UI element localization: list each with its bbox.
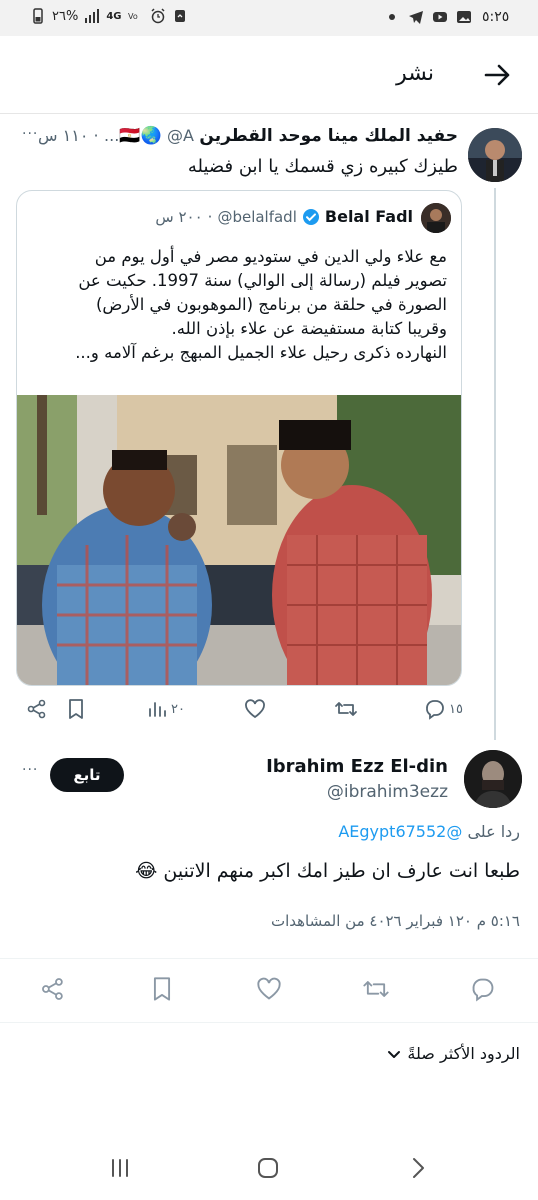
follow-button[interactable]: تابع <box>50 758 124 792</box>
quoted-author-row: ٢٠٠ س · @belalfadl Belal Fadl <box>97 207 413 226</box>
bookmark-icon <box>153 977 171 1001</box>
tweet-timestamp: ٥:١٦ م ١٢٠ فبراير ٤٠٢٦ من المشاهدات <box>270 912 520 930</box>
battery-percent: ٢٦% <box>52 8 79 24</box>
quoted-line: تصوير فيلم (رسالة إلى الوالي) سنة 1997. … <box>78 271 447 290</box>
bookmark-button[interactable] <box>150 976 174 1002</box>
quoted-line: مع علاء ولي الدين في ستوديو مصر في أول ي… <box>94 247 447 266</box>
tweet-text: طبعا انت عارف ان طيز امك اكبر منهم الاتن… <box>135 860 520 882</box>
battery-icon <box>33 8 43 24</box>
bookmark-button[interactable] <box>66 698 86 720</box>
arrow-right-icon[interactable] <box>480 58 514 92</box>
quoted-line: الصورة في حلقة من برنامج (الموهوبون في ا… <box>95 295 447 314</box>
dot-separator: · <box>88 126 99 145</box>
top-app-bar: نشر <box>0 36 538 114</box>
lte-icon: Vo <box>128 12 138 21</box>
avatar-image <box>468 128 522 182</box>
back-chevron-icon[interactable] <box>404 1154 432 1182</box>
tweet-time: ١١٠ س <box>38 126 89 145</box>
share-button[interactable] <box>40 976 66 1002</box>
quoted-time: ٢٠٠ س <box>155 207 203 226</box>
avatar[interactable] <box>468 128 522 182</box>
quoted-text: مع علاء ولي الدين في ستوديو مصر في أول ي… <box>27 245 447 365</box>
signal-icon <box>85 9 100 23</box>
retweet-icon <box>335 702 357 716</box>
thread-line <box>494 188 496 740</box>
quoted-handle: @belalfadl <box>217 207 297 226</box>
reply-icon <box>426 700 444 720</box>
share-icon <box>27 699 46 719</box>
share-button[interactable] <box>26 698 48 720</box>
tweet-author-row: حفيد الملك مينا موحد القطرين 🇪🇬🌏 @A... ·… <box>38 126 458 150</box>
author-name[interactable]: حفيد الملك مينا موحد القطرين <box>199 126 458 146</box>
sort-replies-dropdown[interactable]: الردود الأكثر صلةً <box>387 1044 520 1063</box>
reply-icon <box>472 978 494 1002</box>
chevron-down-icon <box>388 1050 401 1058</box>
quoted-avatar <box>421 203 451 233</box>
telegram-icon <box>409 11 423 24</box>
clock: ٥:٢٥ <box>482 9 510 25</box>
youtube-icon <box>433 12 447 22</box>
network-type: 4G <box>106 10 122 22</box>
views-count: ٢٠ <box>171 701 185 717</box>
page-title: نشر <box>396 61 434 86</box>
status-bar: ٢٦% 4G Vo ٥:٢٥ <box>0 0 538 36</box>
reply-button[interactable]: ١٥ <box>424 698 463 720</box>
tweet-text: طيزك كبيره زي قسمك يا ابن فضيله <box>187 156 458 177</box>
author-name[interactable]: Ibrahim Ezz El-din <box>266 756 448 777</box>
image-icon <box>457 11 471 23</box>
like-button[interactable] <box>244 698 266 720</box>
reply-to-mention[interactable]: @AEgypt67552 <box>338 822 462 841</box>
avatar[interactable] <box>464 750 522 808</box>
divider <box>0 958 538 959</box>
more-options-icon[interactable]: ··· <box>22 762 38 778</box>
views-button[interactable]: ٢٠ <box>146 698 185 720</box>
quoted-name: Belal Fadl <box>324 207 413 226</box>
like-icon <box>245 699 265 719</box>
dot-icon <box>389 14 395 20</box>
reply-to-prefix: ردا على <box>467 822 520 841</box>
status-right-cluster: ٢٦% 4G Vo <box>30 8 188 24</box>
quoted-line: وقريبا كتابة مستفيضة عن علاء بإذن الله. <box>171 319 447 338</box>
quoted-line: النهارده ذكرى رحيل علاء الجميل المبهج بر… <box>75 343 447 362</box>
reply-button[interactable] <box>470 976 496 1002</box>
system-nav-bar <box>0 1136 538 1200</box>
like-button[interactable] <box>256 976 282 1002</box>
svg-text:Vo: Vo <box>128 12 138 21</box>
tweet-action-bar <box>0 976 538 1006</box>
more-options-icon[interactable]: ··· <box>22 126 38 142</box>
reply-count: ١٥ <box>449 701 463 717</box>
tweet-action-bar: ١٥ ٢٠ <box>0 698 538 726</box>
divider <box>0 1022 538 1023</box>
retweet-icon <box>363 981 389 997</box>
dot-separator: · <box>207 207 213 226</box>
retweet-button[interactable] <box>334 698 358 720</box>
retweet-button[interactable] <box>362 976 390 1002</box>
views-icon <box>149 702 166 717</box>
avatar-image <box>464 750 522 808</box>
sort-label: الردود الأكثر صلةً <box>407 1044 520 1063</box>
author-handle[interactable]: @ibrahim3ezz <box>327 782 448 802</box>
author-flags: 🇪🇬🌏 <box>119 126 162 146</box>
recent-apps-icon[interactable] <box>106 1154 134 1182</box>
quoted-photo[interactable] <box>17 395 462 686</box>
alarm-icon <box>150 8 165 24</box>
gallery-icon <box>174 10 185 22</box>
quoted-tweet-card[interactable]: ٢٠٠ س · @belalfadl Belal Fadl مع علاء ول… <box>16 190 462 686</box>
like-icon <box>257 977 281 1000</box>
verified-badge-icon <box>302 208 319 225</box>
bookmark-icon <box>69 699 83 719</box>
status-left-cluster <box>384 9 472 25</box>
home-icon[interactable] <box>254 1154 282 1182</box>
share-icon <box>42 978 63 1000</box>
replying-to: ردا على @AEgypt67552 <box>338 822 520 841</box>
